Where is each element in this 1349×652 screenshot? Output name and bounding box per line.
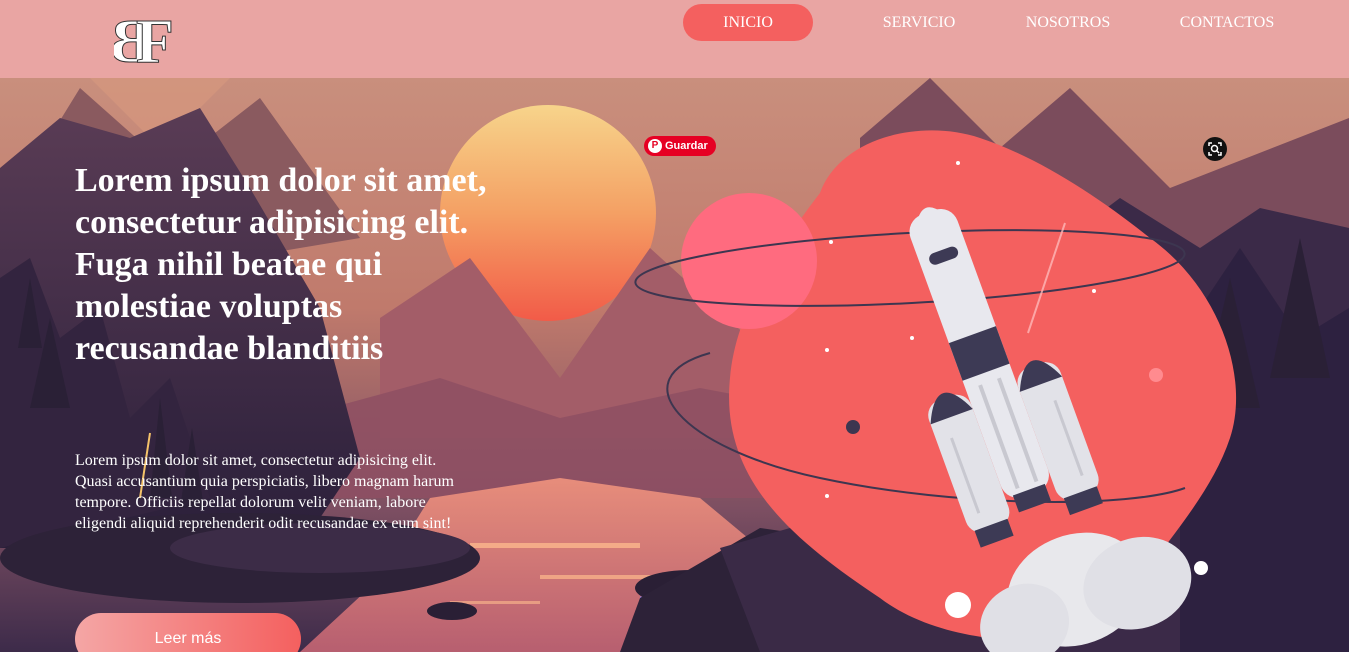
site-header: B F INICIO SERVICIO NOSOTROS CONTACTOS (0, 0, 1349, 78)
pinterest-save-button[interactable]: P Guardar (644, 136, 716, 156)
svg-text:F: F (136, 8, 174, 70)
nav-servicio[interactable]: SERVICIO (870, 4, 968, 41)
planet-shape (681, 193, 817, 329)
nav-inicio[interactable]: INICIO (683, 4, 813, 41)
hero-paragraph: Lorem ipsum dolor sit amet, consectetur … (75, 452, 454, 532)
visual-search-icon (1208, 142, 1222, 156)
hero-section: Lorem ipsum dolor sit amet, consectetur … (0, 78, 1349, 652)
hero-headline: Lorem ipsum dolor sit amet, consectetur … (75, 162, 487, 367)
pinterest-icon: P (648, 139, 662, 153)
bf-monogram-logo[interactable]: B F (114, 4, 178, 71)
visual-search-button[interactable] (1203, 137, 1227, 161)
pinterest-save-label: Guardar (665, 140, 708, 152)
nav-contactos[interactable]: CONTACTOS (1168, 4, 1286, 41)
leer-mas-button[interactable]: Leer más (75, 613, 301, 652)
nav-nosotros[interactable]: NOSOTROS (1014, 4, 1122, 41)
